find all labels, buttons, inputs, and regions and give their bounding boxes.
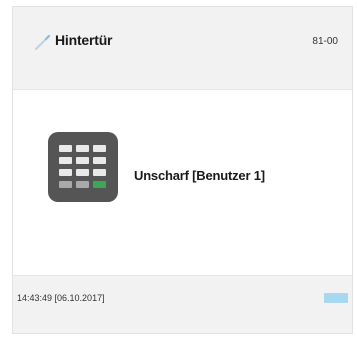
keypad-key xyxy=(93,169,106,176)
card-footer: 14:43:49 [06.10.2017] xyxy=(13,275,352,333)
zone-code: 81-00 xyxy=(312,36,338,47)
keypad-key xyxy=(59,157,72,164)
keypad-key xyxy=(76,181,89,188)
keypad-icon xyxy=(48,132,118,202)
arm-status: Unscharf [Benutzer 1] xyxy=(134,168,265,183)
keypad-key xyxy=(76,157,89,164)
keypad-key xyxy=(59,181,72,188)
card-header: Hintertür 81-00 xyxy=(13,7,352,90)
device-card[interactable]: Hintertür 81-00 Unscharf [Benutzer 1] 14… xyxy=(12,6,353,334)
keypad-key xyxy=(76,169,89,176)
card-title: Hintertür xyxy=(55,32,113,48)
keypad-key-active xyxy=(93,181,106,188)
card-body: Unscharf [Benutzer 1] xyxy=(13,90,352,275)
timestamp: 14:43:49 [06.10.2017] xyxy=(17,293,105,303)
status-indicator xyxy=(324,293,348,303)
keypad-key xyxy=(76,145,89,152)
keypad-key xyxy=(93,157,106,164)
pencil-icon[interactable] xyxy=(35,34,51,50)
keypad-key xyxy=(59,169,72,176)
keypad-key xyxy=(93,145,106,152)
keypad-key xyxy=(59,145,72,152)
